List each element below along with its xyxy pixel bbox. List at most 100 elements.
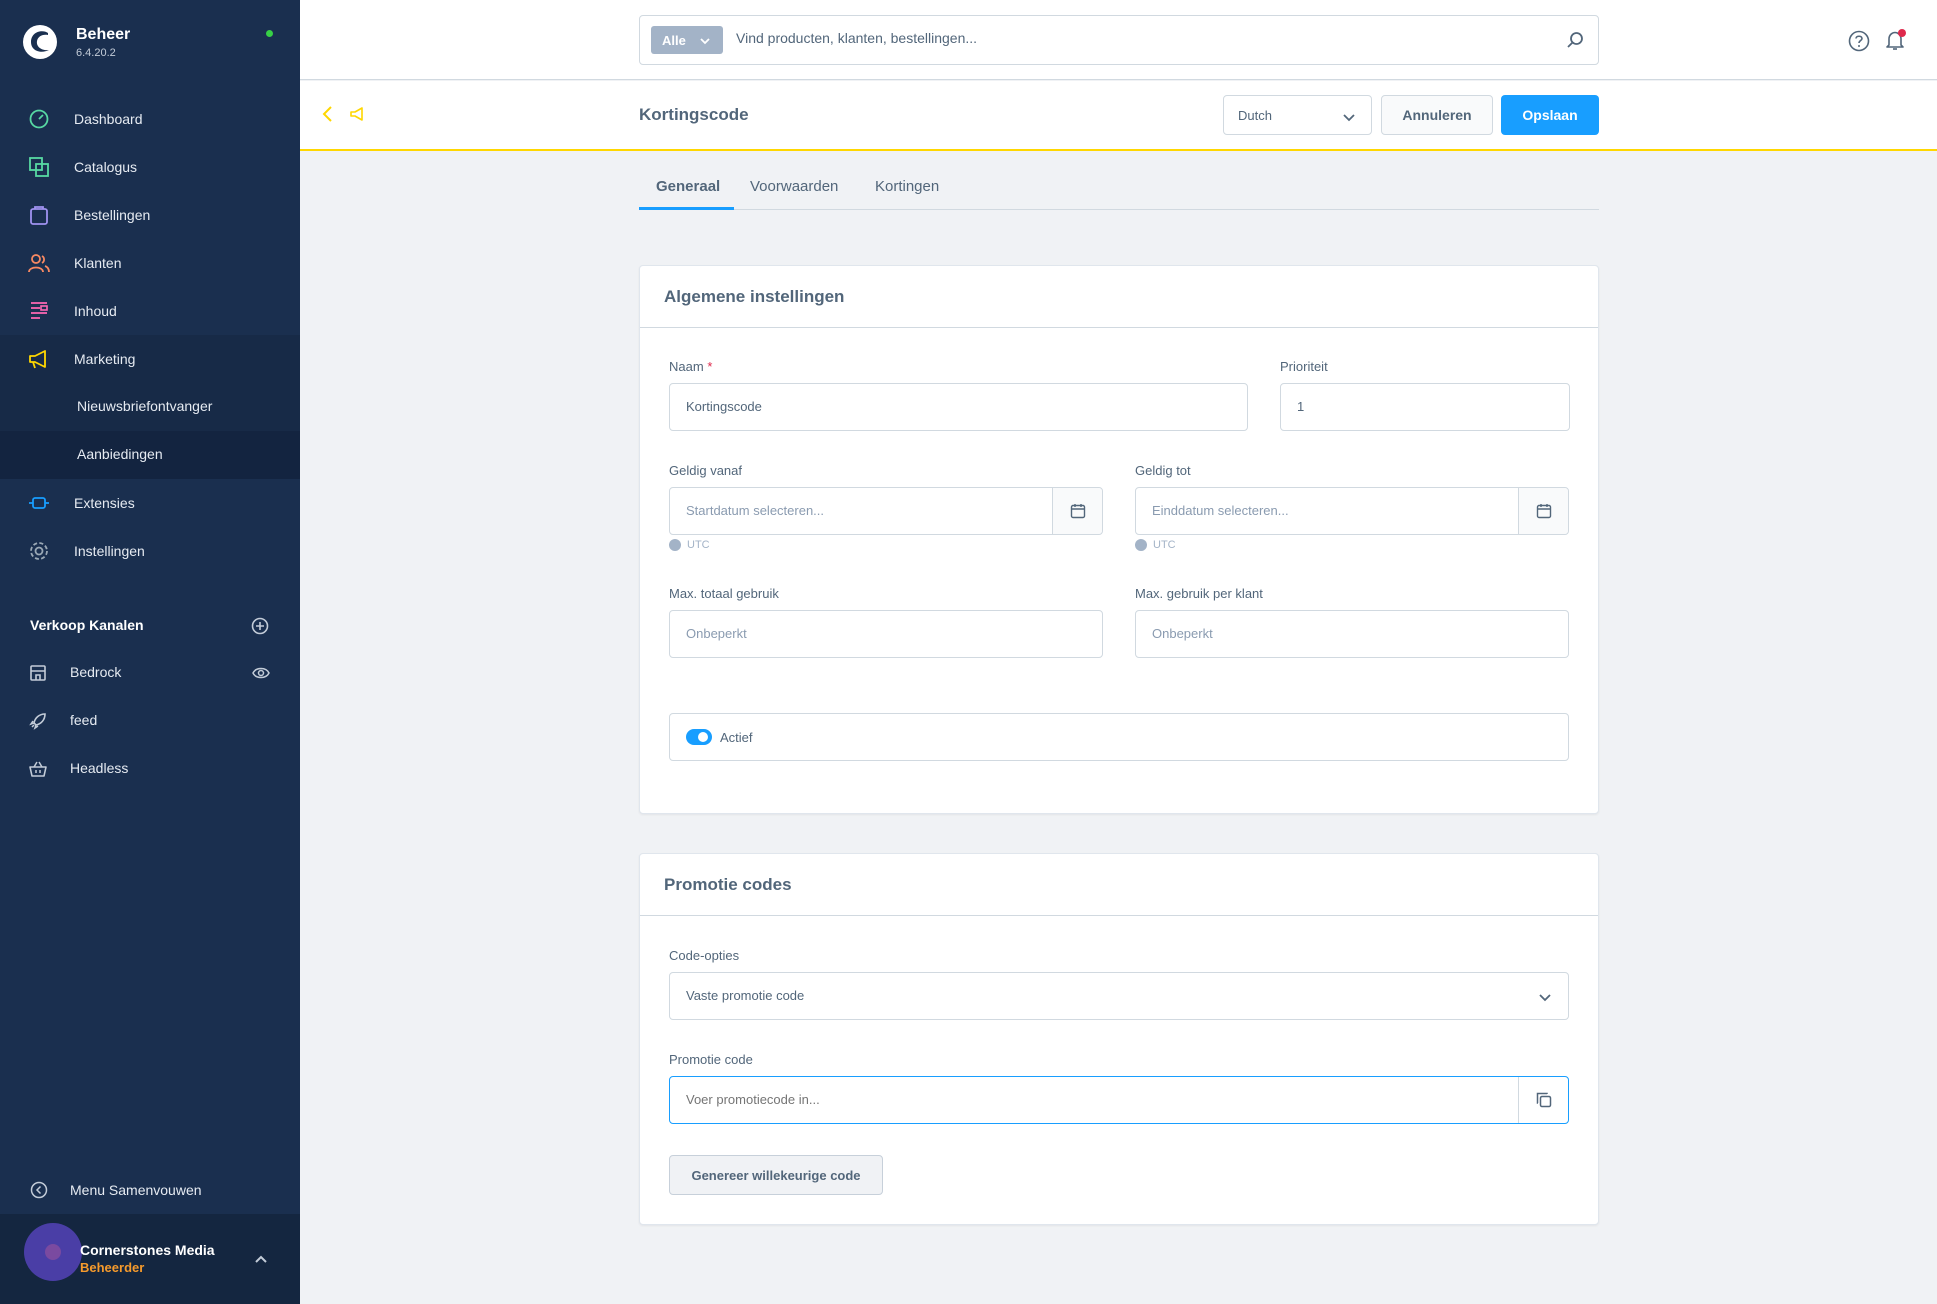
sales-channel-feed[interactable]: feed [0, 697, 300, 745]
code-options-label: Code-opties [669, 948, 740, 963]
nav-sub-promotions[interactable]: Aanbiedingen [0, 431, 300, 479]
cancel-button[interactable]: Annuleren [1381, 95, 1493, 135]
card-header: Promotie codes [640, 854, 1598, 916]
sales-channel-label: Headless [70, 760, 129, 776]
nav-sub-label: Aanbiedingen [77, 446, 163, 462]
tab-active-indicator [639, 207, 734, 210]
orders-icon [30, 206, 48, 225]
chevron-down-icon [1343, 114, 1355, 122]
promotion-code-label: Promotie code [669, 1052, 753, 1067]
timezone-hint: UTC [1135, 539, 1176, 552]
date-picker-button[interactable] [1518, 488, 1568, 534]
search-input[interactable] [736, 30, 1536, 46]
help-icon[interactable] [1848, 30, 1870, 52]
active-toggle[interactable] [686, 729, 712, 745]
max-customer-label: Max. gebruik per klant [1135, 586, 1263, 601]
sales-channel-bedrock[interactable]: Bedrock [0, 649, 300, 697]
nav-orders[interactable]: Bestellingen [0, 191, 300, 239]
sales-channels-title: Verkoop Kanalen [30, 617, 144, 633]
sidebar: Beheer 6.4.20.2 Dashboard Catalogus Best… [0, 0, 300, 1304]
nav-catalog[interactable]: Catalogus [0, 143, 300, 191]
promotion-code-input[interactable] [686, 1092, 1506, 1107]
max-customer-field[interactable] [1135, 610, 1569, 658]
clock-icon [669, 539, 681, 552]
nav-marketing[interactable]: Marketing [0, 335, 300, 383]
collapse-menu-label: Menu Samenvouwen [70, 1182, 202, 1198]
nav-customers[interactable]: Klanten [0, 239, 300, 287]
extensions-icon [29, 497, 49, 509]
smart-bar: Kortingscode Dutch Annuleren Opslaan [300, 81, 1937, 151]
required-marker: * [707, 359, 713, 374]
valid-to-field[interactable] [1135, 487, 1569, 535]
customers-icon [28, 254, 50, 273]
brand-version: 6.4.20.2 [76, 47, 116, 59]
user-role: Beheerder [80, 1260, 145, 1275]
language-select[interactable]: Dutch [1223, 95, 1372, 135]
content-icon [31, 302, 48, 319]
basket-icon [29, 761, 47, 777]
priority-label: Prioriteit [1280, 359, 1328, 374]
chevron-down-icon [1539, 994, 1551, 1002]
valid-to-input[interactable] [1152, 503, 1520, 518]
search-icon[interactable] [1566, 31, 1584, 49]
shopware-logo-icon [23, 25, 57, 59]
marketing-icon [350, 107, 363, 121]
max-total-field[interactable] [669, 610, 1103, 658]
nav-content[interactable]: Inhoud [0, 287, 300, 335]
card-title: Promotie codes [664, 875, 792, 894]
name-field[interactable] [669, 383, 1248, 431]
max-total-label: Max. totaal gebruik [669, 586, 779, 601]
max-customer-input[interactable] [1152, 626, 1520, 641]
calendar-icon [1070, 504, 1086, 519]
dashboard-icon [29, 109, 49, 129]
priority-input[interactable] [1297, 399, 1542, 414]
valid-from-field[interactable] [669, 487, 1103, 535]
chevron-down-icon [700, 38, 710, 45]
search-type-select[interactable]: Alle [651, 26, 723, 54]
date-picker-button[interactable] [1052, 488, 1102, 534]
sales-channel-headless[interactable]: Headless [0, 745, 300, 793]
generate-random-code-button[interactable]: Genereer willekeurige code [669, 1155, 883, 1195]
nav-settings[interactable]: Instellingen [0, 527, 300, 575]
chevron-up-icon[interactable] [254, 1252, 268, 1266]
promotion-code-field[interactable] [669, 1076, 1569, 1124]
tab-conditions[interactable]: Voorwaarden [750, 178, 838, 195]
code-options-select[interactable]: Vaste promotie code [669, 972, 1569, 1020]
nav-label: Dashboard [74, 111, 143, 127]
valid-from-input[interactable] [686, 503, 1054, 518]
eye-icon[interactable] [252, 665, 270, 681]
online-status-dot [266, 30, 273, 37]
active-toggle-box: Actief [669, 713, 1569, 761]
user-name: Cornerstones Media [80, 1242, 215, 1258]
card-title: Algemene instellingen [664, 287, 845, 306]
valid-from-label: Geldig vanaf [669, 463, 742, 478]
nav-sub-label: Nieuwsbriefontvanger [77, 398, 213, 414]
collapse-menu-button[interactable]: Menu Samenvouwen [0, 1166, 300, 1214]
nav-label: Extensies [74, 495, 135, 511]
active-label: Actief [720, 730, 753, 745]
brand: Beheer 6.4.20.2 [0, 0, 300, 86]
priority-field[interactable] [1280, 383, 1570, 431]
save-button[interactable]: Opslaan [1501, 95, 1599, 135]
global-search: Alle [639, 15, 1599, 65]
nav-sub-newsletter[interactable]: Nieuwsbriefontvanger [0, 383, 300, 431]
valid-to-label: Geldig tot [1135, 463, 1191, 478]
tab-general[interactable]: Generaal [656, 178, 720, 195]
user-menu[interactable]: Cornerstones Media Beheerder [0, 1214, 300, 1304]
marketing-icon [29, 350, 46, 369]
name-label: Naam * [669, 359, 713, 374]
copy-code-button[interactable] [1518, 1077, 1568, 1123]
notification-badge [1898, 29, 1906, 37]
search-type-label: Alle [662, 33, 686, 48]
rocket-icon [29, 713, 46, 730]
back-arrow-icon[interactable] [320, 105, 336, 123]
calendar-icon [1536, 504, 1552, 519]
add-sales-channel-icon[interactable] [251, 617, 269, 635]
name-input[interactable] [686, 399, 1177, 414]
general-settings-card: Algemene instellingen Naam * Prioriteit … [639, 265, 1599, 814]
nav-dashboard[interactable]: Dashboard [0, 95, 300, 143]
tab-discounts[interactable]: Kortingen [875, 178, 939, 195]
nav-extensions[interactable]: Extensies [0, 479, 300, 527]
top-bar: Alle [300, 0, 1937, 80]
max-total-input[interactable] [686, 626, 1054, 641]
